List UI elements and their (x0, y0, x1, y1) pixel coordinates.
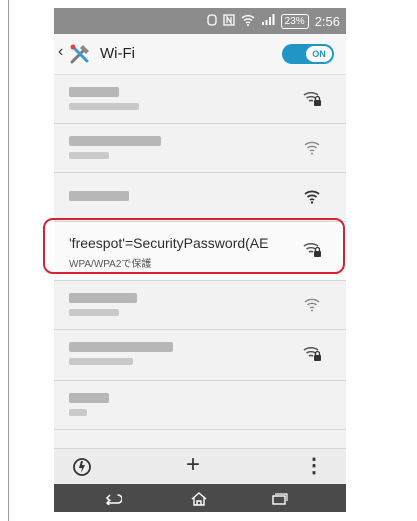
wifi-secured-icon (302, 89, 322, 112)
add-network-button[interactable]: + (186, 451, 200, 479)
action-bar: ‹ Wi-Fi ON (54, 34, 346, 75)
battery-indicator: 23% (280, 13, 309, 29)
blurred-network-status (69, 358, 133, 365)
recent-apps-icon[interactable] (270, 491, 288, 510)
blurred-network-name (69, 393, 109, 403)
bottom-action-bar: + ⋮ (54, 448, 346, 485)
wifi-secured-icon (302, 344, 322, 367)
back-icon[interactable] (104, 491, 123, 510)
back-chevron-icon[interactable]: ‹ (58, 43, 63, 61)
blurred-network-status (69, 409, 87, 416)
blurred-network-status (69, 309, 119, 316)
page-title: Wi-Fi (100, 45, 135, 62)
toggle-label: ON (306, 46, 332, 62)
blurred-network-status (69, 152, 109, 159)
home-icon[interactable] (190, 491, 208, 512)
settings-tools-icon[interactable] (68, 42, 92, 71)
network-item[interactable] (54, 124, 346, 173)
network-item[interactable] (54, 281, 346, 330)
blurred-network-name (69, 342, 173, 352)
wifi-status-icon (241, 14, 255, 29)
wifi-weak-icon (302, 295, 322, 318)
blurred-network-name (69, 191, 129, 201)
left-border-line (8, 0, 9, 521)
nfc-icon (223, 13, 235, 29)
blurred-network-name (69, 87, 119, 97)
wps-icon[interactable] (72, 457, 92, 482)
more-options-button[interactable]: ⋮ (304, 455, 324, 477)
cellular-signal-icon (261, 13, 275, 29)
status-time: 2:56 (314, 13, 340, 29)
status-bar: 23% 2:56 (54, 8, 346, 34)
network-item[interactable] (54, 330, 346, 381)
network-item[interactable] (54, 381, 346, 430)
wifi-weak-icon (302, 138, 322, 161)
blurred-network-status (69, 103, 139, 110)
blurred-network-name (69, 136, 161, 146)
blurred-network-name (69, 293, 137, 303)
wifi-icon (302, 187, 322, 210)
network-item[interactable] (54, 173, 346, 222)
status-icons: 23% 2:56 (207, 12, 340, 30)
wifi-toggle[interactable]: ON (282, 44, 334, 64)
navigation-bar (54, 484, 346, 512)
network-item[interactable] (54, 75, 346, 124)
highlight-annotation (43, 218, 345, 274)
mute-icon (207, 13, 217, 29)
